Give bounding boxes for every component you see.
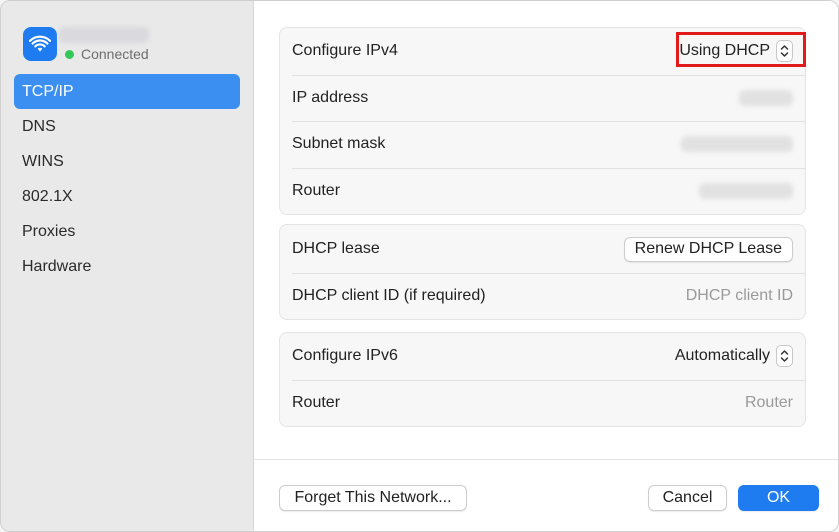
sidebar-item-8021x[interactable]: 802.1X: [14, 179, 240, 214]
footer-divider: [255, 459, 838, 460]
router-label: Router: [292, 181, 341, 199]
configure-ipv4-popup[interactable]: Using DHCP: [679, 40, 793, 63]
status-text: Connected: [81, 46, 149, 62]
status-dot-icon: [65, 49, 74, 59]
configure-ipv6-row: Configure IPv6 Automatically: [280, 333, 805, 380]
sidebar-nav: TCP/IP DNS WINS 802.1X Proxies Hardware: [14, 74, 240, 284]
dhcp-client-id-row: DHCP client ID (if required) DHCP client…: [280, 273, 805, 319]
dhcp-group: DHCP lease Renew DHCP Lease DHCP client …: [279, 224, 806, 320]
router-value-redacted: [699, 182, 793, 199]
sidebar-item-hardware[interactable]: Hardware: [14, 249, 240, 284]
sidebar-item-wins[interactable]: WINS: [14, 144, 240, 179]
ipv6-group: Configure IPv6 Automatically Router Rout…: [279, 332, 806, 427]
ipv6-router-row: Router Router: [280, 379, 805, 427]
ipv4-group: Configure IPv4 Using DHCP IP address Sub…: [279, 27, 806, 215]
connection-status: Connected: [65, 46, 149, 62]
dhcp-client-id-label: DHCP client ID (if required): [292, 287, 486, 304]
configure-ipv4-value: Using DHCP: [679, 42, 770, 60]
ip-address-value-redacted: [739, 89, 793, 106]
sidebar-item-dns[interactable]: DNS: [14, 109, 240, 144]
sidebar-item-proxies[interactable]: Proxies: [14, 214, 240, 249]
configure-ipv4-label: Configure IPv4: [292, 42, 398, 60]
ipv6-router-label: Router: [292, 393, 341, 411]
dhcp-lease-row: DHCP lease Renew DHCP Lease: [280, 225, 805, 273]
network-details-window: Connected TCP/IP DNS WINS 802.1X Proxies…: [0, 0, 839, 532]
cancel-button[interactable]: Cancel: [648, 485, 727, 511]
dhcp-client-id-field[interactable]: DHCP client ID: [686, 287, 793, 305]
main-panel: Configure IPv4 Using DHCP IP address Sub…: [255, 1, 838, 531]
router-row: Router: [280, 167, 805, 215]
forget-network-button[interactable]: Forget This Network...: [279, 485, 467, 511]
dhcp-lease-label: DHCP lease: [292, 240, 380, 257]
configure-ipv6-popup[interactable]: Automatically: [674, 345, 793, 368]
ip-address-row: IP address: [280, 74, 805, 122]
subnet-mask-row: Subnet mask: [280, 121, 805, 168]
ip-address-label: IP address: [292, 88, 369, 106]
subnet-mask-value-redacted: [681, 136, 793, 153]
ipv6-router-field[interactable]: Router: [745, 394, 793, 412]
configure-ipv4-row: Configure IPv4 Using DHCP: [280, 28, 805, 75]
network-name-redacted: [59, 27, 149, 43]
sidebar-item-tcpip[interactable]: TCP/IP: [14, 74, 240, 109]
ok-button[interactable]: OK: [738, 485, 819, 511]
chevron-updown-icon: [776, 345, 793, 368]
configure-ipv6-value: Automatically: [674, 347, 770, 365]
renew-dhcp-lease-button[interactable]: Renew DHCP Lease: [623, 236, 793, 262]
sidebar: Connected TCP/IP DNS WINS 802.1X Proxies…: [1, 1, 254, 531]
chevron-updown-icon: [776, 40, 793, 63]
network-header: Connected: [23, 27, 243, 67]
wifi-icon: [23, 27, 57, 61]
configure-ipv6-label: Configure IPv6: [292, 347, 398, 365]
subnet-mask-label: Subnet mask: [292, 135, 386, 153]
